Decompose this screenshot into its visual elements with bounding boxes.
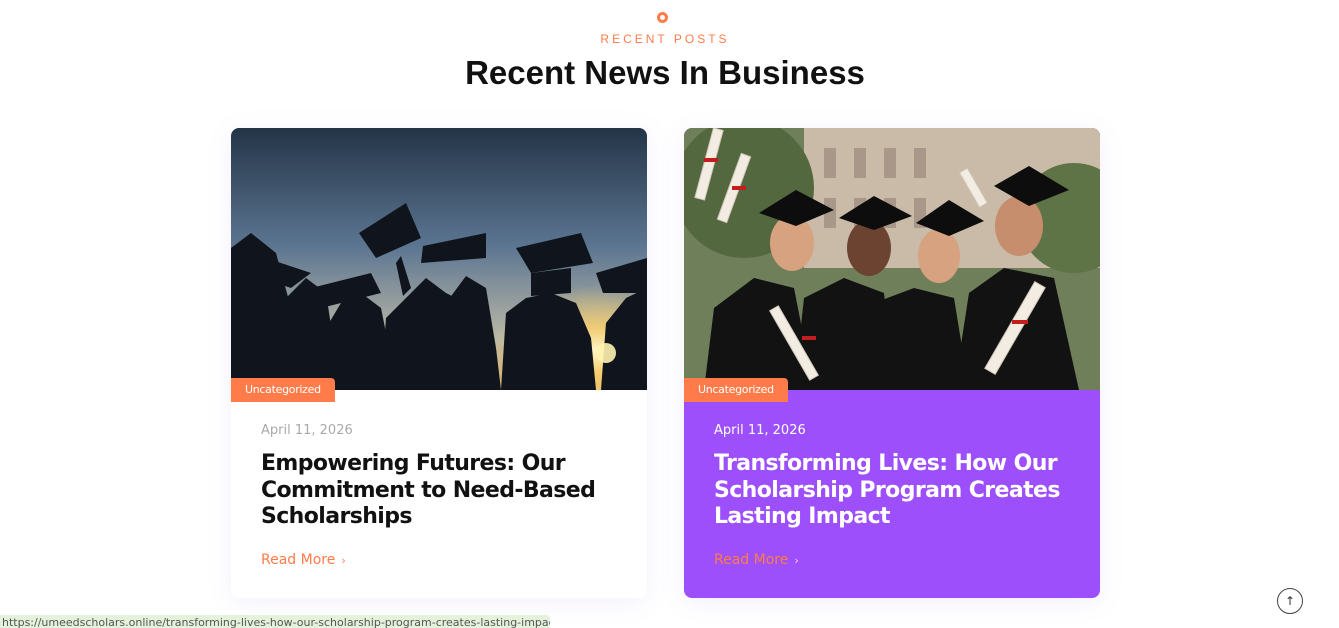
arrow-up-icon: ↑: [1284, 594, 1296, 608]
read-more-label: Read More: [714, 552, 789, 568]
category-badge[interactable]: Uncategorized: [231, 378, 335, 402]
graduates-silhouette-photo[interactable]: [231, 128, 647, 390]
post-title[interactable]: Transforming Lives: How Our Scholarship …: [714, 451, 1074, 531]
section-marker-icon: [657, 12, 668, 23]
read-more-link[interactable]: Read More ›: [714, 552, 799, 568]
post-card[interactable]: Uncategorized April 11, 2026 Empowering …: [231, 128, 647, 598]
read-more-link[interactable]: Read More ›: [261, 552, 346, 568]
status-bar-url: https://umeedscholars.online/transformin…: [0, 615, 550, 628]
post-title[interactable]: Empowering Futures: Our Commitment to Ne…: [261, 451, 621, 531]
post-date: April 11, 2026: [261, 423, 353, 438]
section-eyebrow: RECENT POSTS: [600, 32, 730, 46]
celebrating-graduates-photo[interactable]: [684, 128, 1100, 390]
chevron-right-icon: ›: [341, 554, 346, 567]
post-date: April 11, 2026: [714, 423, 806, 438]
category-badge[interactable]: Uncategorized: [684, 378, 788, 402]
scroll-to-top-button[interactable]: ↑: [1277, 588, 1303, 614]
read-more-label: Read More: [261, 552, 336, 568]
chevron-right-icon: ›: [794, 554, 799, 567]
post-card-highlighted[interactable]: Uncategorized April 11, 2026 Transformin…: [684, 128, 1100, 598]
section-heading: Recent News In Business: [465, 54, 865, 91]
